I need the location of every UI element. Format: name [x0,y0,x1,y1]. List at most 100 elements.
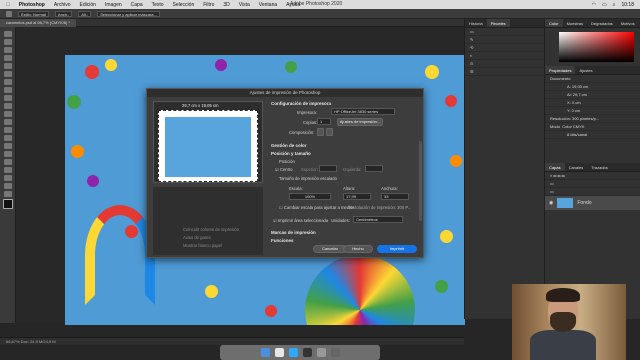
menu-capa[interactable]: Capa [131,2,143,8]
blur-tool-icon[interactable] [3,135,12,141]
frame-tool-icon[interactable] [3,71,12,77]
props-mode-row[interactable]: Modo Color CMYK [545,123,640,131]
photoshop-icon[interactable] [288,348,298,357]
history-brush-tool-icon[interactable] [3,111,12,117]
done-button[interactable]: Hecho [343,245,373,253]
marquee-tool-icon[interactable] [3,39,12,45]
print-marks-heading[interactable]: Marcas de impresión [271,230,316,235]
eye-icon[interactable]: ◉ [549,200,553,206]
battery-icon[interactable]: ▭ [602,2,607,8]
height-field[interactable]: Alt.: [78,10,92,17]
marquee-icon[interactable] [6,10,12,17]
brush-row[interactable]: ✎ [465,36,544,44]
layer-filter-row[interactable]: ⌕ ▭ ▭ ▭ [545,172,640,180]
printer-select[interactable]: HP OfficeJet 3830 series [331,108,395,115]
menu-vista[interactable]: Vista [239,2,250,8]
menu-edicion[interactable]: Edición [80,2,96,8]
menu-3d[interactable]: 3D [223,2,229,8]
top-field[interactable] [319,165,337,172]
tab-canales[interactable]: Canales [565,163,588,171]
color-picker-field[interactable] [559,32,634,62]
menu-texto[interactable]: Texto [152,2,164,8]
gamut-warning-option[interactable]: Aviso de gama [183,235,211,240]
brush-row[interactable]: ▭ [465,28,544,36]
eraser-tool-icon[interactable] [3,119,12,125]
menu-archivo[interactable]: Archivo [54,2,71,8]
apple-icon[interactable]:  [6,2,10,8]
props-y[interactable]: Y: 0 cm [545,107,640,115]
color-management-heading[interactable]: Gestión de color [271,143,307,148]
tab-capas[interactable]: Capas [545,163,565,171]
scale-field[interactable]: 100% [289,193,331,200]
props-width[interactable]: A: 19,05 cm [545,83,640,91]
portrait-icon[interactable] [317,128,324,136]
type-tool-icon[interactable] [3,159,12,165]
copies-field[interactable]: 1 [317,118,331,125]
healing-tool-icon[interactable] [3,87,12,93]
tab-ajustes[interactable]: Ajustes [575,66,596,74]
landscape-icon[interactable] [326,128,333,136]
brush-row[interactable]: ⊙ [465,60,544,68]
functions-heading[interactable]: Funciones [271,238,294,243]
match-colors-option[interactable]: Coincidir colores de impresión [183,227,239,232]
menu-imagen[interactable]: Imagen [105,2,122,8]
tab-muestras[interactable]: Muestras [563,19,587,27]
left-field[interactable] [365,165,383,172]
eyedropper-tool-icon[interactable] [3,79,12,85]
trash-icon[interactable] [330,348,340,357]
cancel-button[interactable]: Cancelar [313,245,347,253]
dialog-scrollbar[interactable] [419,141,422,221]
tab-pinceles[interactable]: Pinceles [486,19,510,27]
props-x[interactable]: X: 0 cm [545,99,640,107]
width-field[interactable]: 33 [381,193,409,200]
tab-color[interactable]: Color [545,19,563,27]
hand-tool-icon[interactable] [3,183,12,189]
wifi-icon[interactable]: ◠ [592,2,596,8]
obs-icon[interactable] [302,348,312,357]
lasso-tool-icon[interactable] [3,47,12,53]
quick-select-tool-icon[interactable] [3,55,12,61]
paper-white-option[interactable]: Mostrar blanco papel [183,243,222,248]
lock-row[interactable]: ▭ [545,188,640,196]
depth-value[interactable]: 8 bits/canal [545,131,640,139]
select-and-mask-button[interactable]: Seleccionar y aplicar máscara... [97,10,160,17]
props-height[interactable]: Al: 29,7 cm [545,91,640,99]
shape-tool-icon[interactable] [3,175,12,181]
tab-historia[interactable]: Historia [465,19,487,27]
menu-seleccion[interactable]: Selección [173,2,195,8]
tab-propiedades[interactable]: Propiedades [545,66,576,74]
brush-row[interactable]: ⟲ [465,44,544,52]
print-settings-button[interactable]: Ajustes de impresión... [337,118,383,126]
zoom-tool-icon[interactable] [3,191,12,197]
foreground-color-swatch[interactable] [2,199,13,209]
search-icon[interactable]: ⌕ [613,2,616,8]
menu-ventana[interactable]: Ventana [259,2,277,8]
mode-value[interactable]: Color CMYK [562,124,584,129]
clock[interactable]: 10:18 [621,2,634,8]
path-select-tool-icon[interactable] [3,167,12,173]
move-tool-icon[interactable] [3,31,12,37]
brush-row[interactable]: ☰ [465,68,544,76]
pen-tool-icon[interactable] [3,151,12,157]
finder-icon[interactable] [260,348,270,357]
position-size-heading[interactable]: Posición y tamaño [271,151,311,156]
units-select[interactable]: Centímetros [353,216,403,223]
tab-motivos[interactable]: Motivos [617,19,639,27]
tab-degradados[interactable]: Degradados [587,19,617,27]
blend-row[interactable]: ▭ [545,180,640,188]
style-select[interactable]: Estilo: Normal [18,10,49,17]
brush-row[interactable]: ◐ [465,52,544,60]
print-button[interactable]: Imprimir [377,245,417,253]
menu-filtro[interactable]: Filtro [203,2,214,8]
gradient-tool-icon[interactable] [3,127,12,133]
system-prefs-icon[interactable] [316,348,326,357]
menu-app-name[interactable]: Photoshop [19,2,45,8]
tab-trazados[interactable]: Trazados [587,163,612,171]
dodge-tool-icon[interactable] [3,143,12,149]
center-checkbox[interactable]: ☑ Centro [275,167,293,172]
stamp-tool-icon[interactable] [3,103,12,109]
layer-row-fondo[interactable]: ◉ Fondo [545,196,640,210]
launchpad-icon[interactable] [274,348,284,357]
print-selection-checkbox[interactable]: ☑ Imprimir área seleccionada [273,218,328,223]
width-field[interactable]: Anch.: [54,10,73,17]
